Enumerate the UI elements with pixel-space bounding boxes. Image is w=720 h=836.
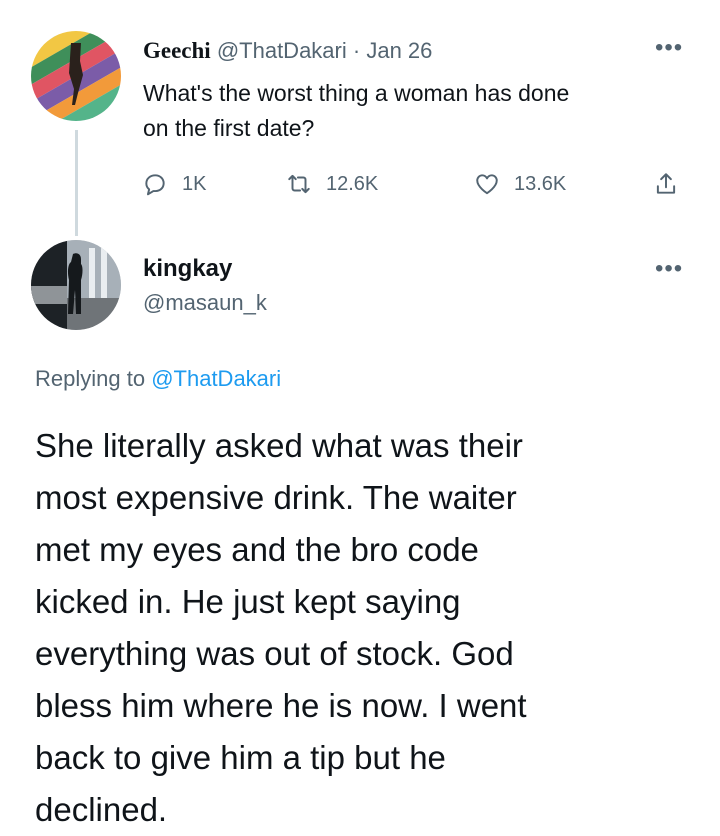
thread-connector-line [75, 130, 78, 236]
reply-count: 1K [182, 172, 207, 195]
reply-text-line: declined. [35, 791, 168, 828]
more-icon[interactable]: ••• [655, 255, 683, 283]
reply-text-line: bless him where he is now. I went [35, 687, 527, 724]
tweet-text: What's the worst thing a woman has done … [143, 76, 683, 146]
replying-prefix: Replying to [35, 366, 146, 391]
author-handle[interactable]: @ThatDakari [217, 38, 347, 63]
more-icon[interactable]: ••• [655, 34, 683, 62]
retweet-button[interactable]: 12.6K [286, 171, 378, 197]
like-button[interactable]: 13.6K [474, 171, 566, 197]
share-button[interactable] [653, 171, 693, 197]
retweet-icon [288, 174, 310, 194]
share-icon [656, 173, 676, 194]
reply-text-line: back to give him a tip but he [35, 739, 446, 776]
author-name[interactable]: kingkay [143, 255, 232, 283]
reply-text-line: met my eyes and the bro code [35, 531, 479, 568]
reply-text-line: most expensive drink. The waiter [35, 479, 517, 516]
avatar-geechi[interactable] [31, 31, 121, 121]
tweet-text-line: What's the worst thing a woman has done [143, 80, 570, 106]
tweet-text-line: on the first date? [143, 115, 315, 141]
replying-mention-link[interactable]: @ThatDakari [151, 366, 281, 391]
like-icon [476, 174, 498, 195]
reply-text-line: She literally asked what was their [35, 427, 523, 464]
tweet-header: Geechi @ThatDakari · Jan 26 [143, 38, 432, 64]
avatar-kingkay[interactable] [31, 240, 121, 330]
reply-button[interactable]: 1K [142, 171, 206, 197]
tweet-date[interactable]: · Jan 26 [353, 38, 433, 63]
reply-text-line: kicked in. He just kept saying [35, 583, 461, 620]
reply-text-line: everything was out of stock. God [35, 635, 514, 672]
author-handle[interactable]: @masaun_k [143, 290, 267, 316]
like-count: 13.6K [514, 172, 567, 195]
photo-avatar-image [31, 240, 121, 330]
striped-avatar-image [31, 31, 121, 121]
replying-to-label: Replying to @ThatDakari [35, 366, 281, 392]
author-name[interactable]: Geechi [143, 38, 211, 63]
reply-icon [145, 174, 165, 196]
reply-text: She literally asked what was their most … [35, 420, 685, 836]
retweet-count: 12.6K [326, 172, 379, 195]
